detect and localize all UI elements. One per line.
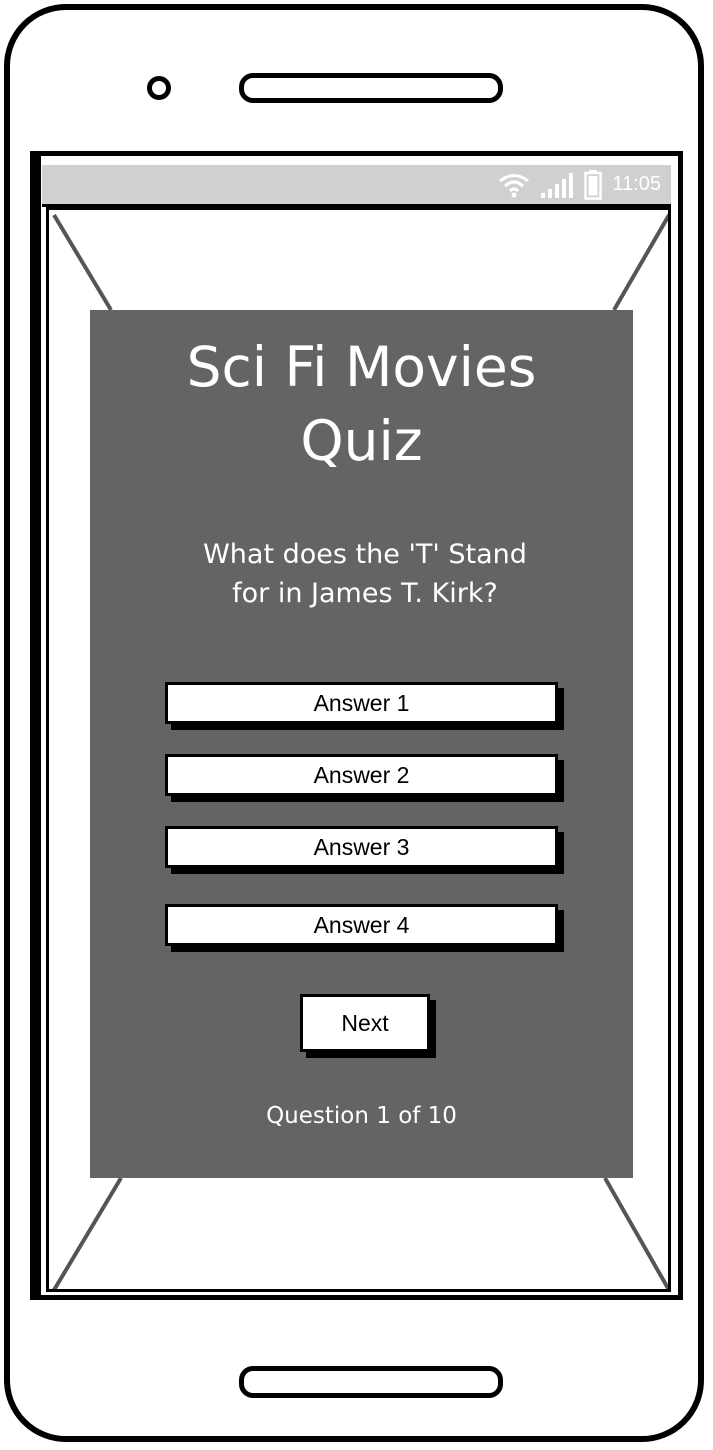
answer-2-button[interactable]: Answer 2	[165, 754, 558, 796]
earpiece-speaker	[239, 73, 503, 103]
question-text: What does the 'T' Stand for in James T. …	[203, 539, 527, 609]
status-time: 11:05	[612, 173, 661, 195]
quiz-title: Sci Fi Movies Quiz	[186, 335, 537, 473]
signal-icon	[541, 172, 574, 198]
home-button[interactable]	[239, 1366, 503, 1398]
answer-3-button[interactable]: Answer 3	[165, 826, 558, 868]
quiz-card: Sci Fi Movies Quiz What does the 'T' Sta…	[90, 310, 633, 1178]
status-bar: 11:05	[42, 165, 671, 207]
question-progress: Question 1 of 10	[266, 1103, 457, 1129]
wifi-icon	[499, 173, 530, 197]
status-icons: 11:05	[498, 165, 661, 204]
answer-4-button[interactable]: Answer 4	[165, 904, 558, 946]
battery-icon	[584, 169, 603, 200]
front-camera-icon	[147, 76, 171, 100]
next-button[interactable]: Next	[300, 994, 430, 1052]
answer-1-button[interactable]: Answer 1	[165, 682, 558, 724]
